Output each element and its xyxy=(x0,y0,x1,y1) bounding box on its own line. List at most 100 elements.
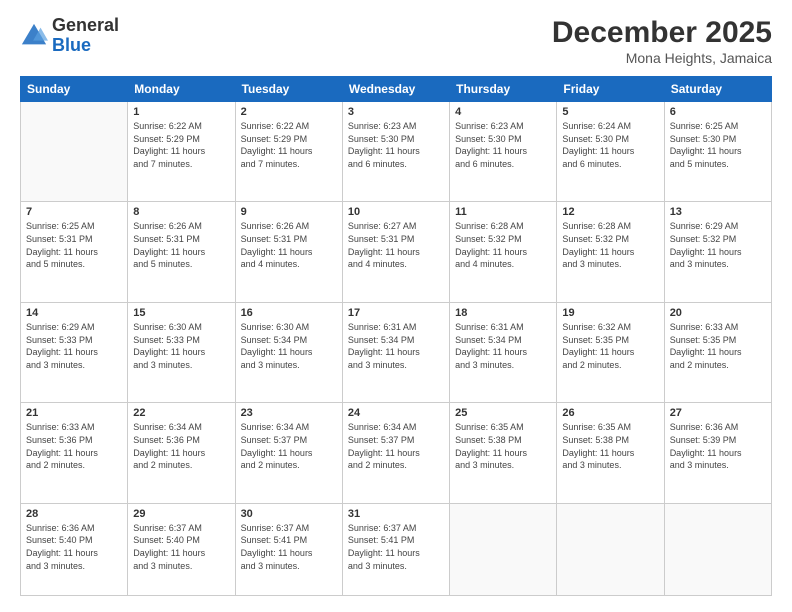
location: Mona Heights, Jamaica xyxy=(552,50,772,66)
day-info: Sunrise: 6:34 AM Sunset: 5:37 PM Dayligh… xyxy=(241,421,337,471)
calendar-cell: 21 Sunrise: 6:33 AM Sunset: 5:36 PM Dayli… xyxy=(21,403,128,503)
day-number: 24 xyxy=(348,407,444,419)
day-info: Sunrise: 6:27 AM Sunset: 5:31 PM Dayligh… xyxy=(348,220,444,270)
day-number: 1 xyxy=(133,106,229,118)
title-block: December 2025 Mona Heights, Jamaica xyxy=(552,16,772,66)
day-info: Sunrise: 6:34 AM Sunset: 5:36 PM Dayligh… xyxy=(133,421,229,471)
day-number: 15 xyxy=(133,307,229,319)
day-info: Sunrise: 6:35 AM Sunset: 5:38 PM Dayligh… xyxy=(562,421,658,471)
day-number: 21 xyxy=(26,407,122,419)
logo-icon xyxy=(20,22,48,50)
calendar-cell xyxy=(557,503,664,595)
week-row-3: 21 Sunrise: 6:33 AM Sunset: 5:36 PM Dayli… xyxy=(21,403,772,503)
day-number: 14 xyxy=(26,307,122,319)
calendar-cell: 14Sunrise: 6:29 AM Sunset: 5:33 PM Dayli… xyxy=(21,302,128,402)
day-number: 26 xyxy=(562,407,658,419)
day-info: Sunrise: 6:28 AM Sunset: 5:32 PM Dayligh… xyxy=(562,220,658,270)
day-info: Sunrise: 6:25 AM Sunset: 5:30 PM Dayligh… xyxy=(670,120,766,170)
day-number: 20 xyxy=(670,307,766,319)
day-info: Sunrise: 6:29 AM Sunset: 5:32 PM Dayligh… xyxy=(670,220,766,270)
calendar-cell: 25 Sunrise: 6:35 AM Sunset: 5:38 PM Dayli… xyxy=(450,403,557,503)
day-number: 27 xyxy=(670,407,766,419)
logo: General Blue xyxy=(20,16,119,56)
day-info: Sunrise: 6:33 AM Sunset: 5:36 PM Dayligh… xyxy=(26,421,122,471)
col-header-friday: Friday xyxy=(557,77,664,102)
calendar-cell: 17 Sunrise: 6:31 AM Sunset: 5:34 PM Dayli… xyxy=(342,302,449,402)
calendar-cell: 30Sunrise: 6:37 AM Sunset: 5:41 PM Dayli… xyxy=(235,503,342,595)
day-number: 4 xyxy=(455,106,551,118)
day-number: 6 xyxy=(670,106,766,118)
day-info: Sunrise: 6:26 AM Sunset: 5:31 PM Dayligh… xyxy=(133,220,229,270)
day-info: Sunrise: 6:31 AM Sunset: 5:34 PM Dayligh… xyxy=(348,321,444,371)
week-row-4: 28Sunrise: 6:36 AM Sunset: 5:40 PM Dayli… xyxy=(21,503,772,595)
calendar-cell xyxy=(450,503,557,595)
day-info: Sunrise: 6:37 AM Sunset: 5:41 PM Dayligh… xyxy=(348,522,444,572)
calendar-cell: 31 Sunrise: 6:37 AM Sunset: 5:41 PM Dayli… xyxy=(342,503,449,595)
calendar-cell: 20 Sunrise: 6:33 AM Sunset: 5:35 PM Dayli… xyxy=(664,302,771,402)
week-row-1: 7Sunrise: 6:25 AM Sunset: 5:31 PM Daylig… xyxy=(21,202,772,302)
day-number: 10 xyxy=(348,206,444,218)
calendar-cell: 5 Sunrise: 6:24 AM Sunset: 5:30 PM Daylig… xyxy=(557,102,664,202)
calendar-cell: 23Sunrise: 6:34 AM Sunset: 5:37 PM Dayli… xyxy=(235,403,342,503)
day-info: Sunrise: 6:22 AM Sunset: 5:29 PM Dayligh… xyxy=(133,120,229,170)
day-number: 2 xyxy=(241,106,337,118)
calendar-cell: 3Sunrise: 6:23 AM Sunset: 5:30 PM Daylig… xyxy=(342,102,449,202)
month-year: December 2025 xyxy=(552,16,772,50)
calendar-cell: 13 Sunrise: 6:29 AM Sunset: 5:32 PM Dayli… xyxy=(664,202,771,302)
day-info: Sunrise: 6:30 AM Sunset: 5:33 PM Dayligh… xyxy=(133,321,229,371)
day-number: 31 xyxy=(348,508,444,520)
calendar-cell: 18 Sunrise: 6:31 AM Sunset: 5:34 PM Dayli… xyxy=(450,302,557,402)
col-header-sunday: Sunday xyxy=(21,77,128,102)
page: General Blue December 2025 Mona Heights,… xyxy=(0,0,792,612)
calendar-cell xyxy=(21,102,128,202)
day-info: Sunrise: 6:36 AM Sunset: 5:39 PM Dayligh… xyxy=(670,421,766,471)
day-info: Sunrise: 6:37 AM Sunset: 5:41 PM Dayligh… xyxy=(241,522,337,572)
calendar-cell: 16Sunrise: 6:30 AM Sunset: 5:34 PM Dayli… xyxy=(235,302,342,402)
calendar-cell: 26 Sunrise: 6:35 AM Sunset: 5:38 PM Dayli… xyxy=(557,403,664,503)
day-info: Sunrise: 6:32 AM Sunset: 5:35 PM Dayligh… xyxy=(562,321,658,371)
day-info: Sunrise: 6:25 AM Sunset: 5:31 PM Dayligh… xyxy=(26,220,122,270)
day-number: 3 xyxy=(348,106,444,118)
calendar-cell: 12 Sunrise: 6:28 AM Sunset: 5:32 PM Dayli… xyxy=(557,202,664,302)
calendar-cell: 8Sunrise: 6:26 AM Sunset: 5:31 PM Daylig… xyxy=(128,202,235,302)
day-number: 29 xyxy=(133,508,229,520)
day-number: 18 xyxy=(455,307,551,319)
day-number: 11 xyxy=(455,206,551,218)
day-number: 22 xyxy=(133,407,229,419)
day-info: Sunrise: 6:30 AM Sunset: 5:34 PM Dayligh… xyxy=(241,321,337,371)
calendar-cell: 4 Sunrise: 6:23 AM Sunset: 5:30 PM Daylig… xyxy=(450,102,557,202)
day-info: Sunrise: 6:28 AM Sunset: 5:32 PM Dayligh… xyxy=(455,220,551,270)
day-info: Sunrise: 6:33 AM Sunset: 5:35 PM Dayligh… xyxy=(670,321,766,371)
calendar-cell: 22 Sunrise: 6:34 AM Sunset: 5:36 PM Dayli… xyxy=(128,403,235,503)
day-number: 9 xyxy=(241,206,337,218)
calendar-cell: 28Sunrise: 6:36 AM Sunset: 5:40 PM Dayli… xyxy=(21,503,128,595)
col-header-saturday: Saturday xyxy=(664,77,771,102)
calendar-cell: 6 Sunrise: 6:25 AM Sunset: 5:30 PM Daylig… xyxy=(664,102,771,202)
header-row: SundayMondayTuesdayWednesdayThursdayFrid… xyxy=(21,77,772,102)
col-header-thursday: Thursday xyxy=(450,77,557,102)
day-number: 5 xyxy=(562,106,658,118)
day-info: Sunrise: 6:37 AM Sunset: 5:40 PM Dayligh… xyxy=(133,522,229,572)
day-info: Sunrise: 6:34 AM Sunset: 5:37 PM Dayligh… xyxy=(348,421,444,471)
calendar-cell: 7Sunrise: 6:25 AM Sunset: 5:31 PM Daylig… xyxy=(21,202,128,302)
day-info: Sunrise: 6:26 AM Sunset: 5:31 PM Dayligh… xyxy=(241,220,337,270)
week-row-2: 14Sunrise: 6:29 AM Sunset: 5:33 PM Dayli… xyxy=(21,302,772,402)
day-info: Sunrise: 6:23 AM Sunset: 5:30 PM Dayligh… xyxy=(455,120,551,170)
week-row-0: 1 Sunrise: 6:22 AM Sunset: 5:29 PM Daylig… xyxy=(21,102,772,202)
calendar-cell: 2Sunrise: 6:22 AM Sunset: 5:29 PM Daylig… xyxy=(235,102,342,202)
calendar-cell: 10 Sunrise: 6:27 AM Sunset: 5:31 PM Dayli… xyxy=(342,202,449,302)
calendar-cell: 27 Sunrise: 6:36 AM Sunset: 5:39 PM Dayli… xyxy=(664,403,771,503)
day-info: Sunrise: 6:35 AM Sunset: 5:38 PM Dayligh… xyxy=(455,421,551,471)
calendar-cell: 24 Sunrise: 6:34 AM Sunset: 5:37 PM Dayli… xyxy=(342,403,449,503)
col-header-tuesday: Tuesday xyxy=(235,77,342,102)
logo-text: General Blue xyxy=(52,16,119,56)
day-info: Sunrise: 6:31 AM Sunset: 5:34 PM Dayligh… xyxy=(455,321,551,371)
day-number: 12 xyxy=(562,206,658,218)
day-number: 17 xyxy=(348,307,444,319)
calendar-table: SundayMondayTuesdayWednesdayThursdayFrid… xyxy=(20,76,772,596)
day-number: 13 xyxy=(670,206,766,218)
calendar-cell: 15 Sunrise: 6:30 AM Sunset: 5:33 PM Dayli… xyxy=(128,302,235,402)
calendar-cell: 11 Sunrise: 6:28 AM Sunset: 5:32 PM Dayli… xyxy=(450,202,557,302)
day-number: 25 xyxy=(455,407,551,419)
day-info: Sunrise: 6:24 AM Sunset: 5:30 PM Dayligh… xyxy=(562,120,658,170)
